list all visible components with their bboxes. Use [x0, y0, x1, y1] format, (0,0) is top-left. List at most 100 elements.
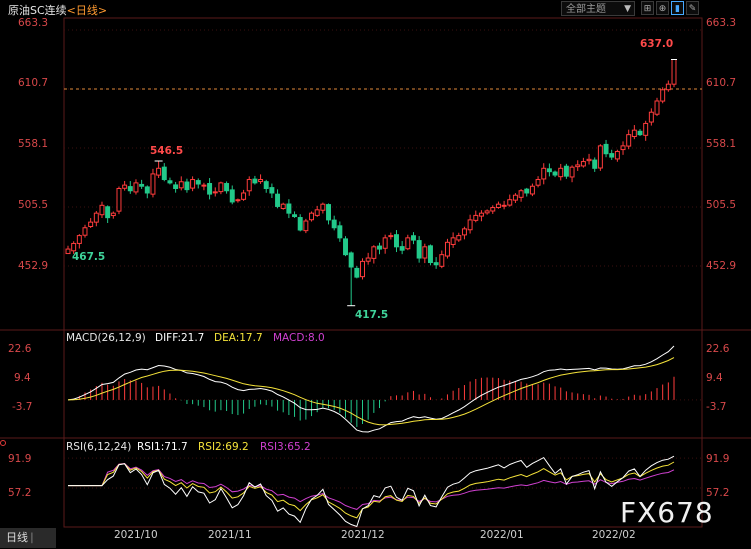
candle-down: [603, 143, 609, 155]
price-axis-right-1: 663.3: [706, 17, 737, 29]
rsi-axis-left-2: 57.2: [8, 487, 32, 499]
candle-up: [507, 199, 513, 206]
rsi1-value: RSI1:71.7: [137, 441, 188, 453]
candle-up: [569, 166, 575, 178]
candle-down: [337, 225, 343, 239]
candle-down: [524, 188, 530, 194]
candle-up: [467, 219, 473, 231]
macd-axis-left-2: 9.4: [14, 372, 31, 384]
candle-up: [303, 220, 309, 232]
candle-up: [529, 185, 535, 195]
candle-down: [184, 181, 190, 191]
candle-up: [88, 221, 94, 227]
candle-up: [614, 150, 620, 160]
candle-up: [580, 161, 586, 167]
candle-up: [456, 235, 462, 241]
candle-down: [410, 235, 416, 241]
candle-up: [246, 179, 252, 192]
candle-up: [643, 122, 649, 136]
theme-dropdown[interactable]: 全部主题 ▼: [561, 1, 635, 16]
candle-up: [478, 212, 484, 217]
candle-down: [326, 204, 332, 221]
price-axis-left-1: 663.3: [18, 17, 49, 29]
macd-axis-left-3: -3.7: [12, 401, 33, 413]
candle-down: [592, 159, 598, 169]
candle-up: [512, 194, 518, 201]
candle-down: [275, 193, 281, 207]
candle-up: [190, 179, 196, 189]
candle-down: [105, 206, 111, 219]
macd-axis-right-1: 22.6: [706, 343, 730, 355]
candle-up: [314, 209, 320, 216]
candle-down: [433, 262, 439, 266]
candle-down: [286, 203, 292, 214]
candle-up: [110, 212, 116, 217]
candle-up: [405, 237, 411, 250]
tab-daily-label: 日线: [6, 531, 28, 544]
x-axis-label-feb: 2022/02: [592, 529, 636, 541]
candle-up: [620, 145, 626, 151]
candle-up: [671, 59, 677, 85]
candle-down: [354, 267, 360, 278]
candle-up: [461, 228, 467, 236]
price-axis-left-2: 610.7: [18, 77, 49, 89]
chart-header: 原油SC连续<日线> 全部主题 ▼ ⊞ ⊕ ▮ ✎: [0, 0, 751, 18]
candle-up: [501, 204, 507, 207]
candle-down: [167, 180, 173, 184]
chart-canvas[interactable]: [0, 0, 751, 548]
futures-chart[interactable]: 原油SC连续<日线> 全部主题 ▼ ⊞ ⊕ ▮ ✎ 663.3 610.7 55…: [0, 0, 751, 548]
candle-up: [439, 254, 445, 267]
instrument-name: 原油SC连续: [8, 4, 67, 17]
candle-up: [665, 83, 671, 91]
candle-icon[interactable]: ▮: [671, 1, 684, 15]
candle-up: [71, 242, 77, 252]
candle-up: [201, 184, 207, 187]
candle-up: [309, 212, 315, 221]
candle-up: [65, 248, 71, 255]
grid-icon[interactable]: ⊞: [641, 1, 654, 15]
candle-down: [637, 130, 643, 136]
candle-up: [235, 199, 241, 202]
rsi2-value: RSI2:69.2: [198, 441, 249, 453]
candle-up: [320, 203, 326, 211]
candle-up: [473, 214, 479, 221]
candle-up: [93, 212, 99, 223]
candle-down: [416, 240, 422, 259]
rsi3-value: RSI3:65.2: [260, 441, 311, 453]
tab-daily[interactable]: 日线 ▏: [0, 528, 56, 548]
macd-label: MACD(26,12,9): [66, 332, 146, 344]
candle-down: [207, 183, 213, 195]
candle-down: [399, 246, 405, 251]
candle-up: [626, 134, 632, 147]
candle-up: [122, 184, 128, 189]
candle-up: [99, 204, 105, 216]
macd-axis-right-3: -3.7: [706, 401, 727, 413]
price-axis-right-4: 505.5: [706, 199, 737, 211]
candle-up: [360, 260, 365, 278]
candle-up: [212, 191, 218, 194]
candle-down: [144, 186, 150, 194]
chevron-down-icon: ▼: [624, 4, 631, 14]
price-axis-left-5: 452.9: [18, 260, 49, 272]
alert-dot-icon[interactable]: [0, 440, 6, 446]
candle-down: [161, 166, 167, 181]
top-annotation: 637.0: [640, 38, 674, 50]
macd-axis-right-2: 9.4: [706, 372, 723, 384]
x-axis-label-oct: 2021/10: [114, 529, 158, 541]
candle-up: [371, 246, 377, 259]
cross-icon[interactable]: ⊕: [656, 1, 669, 15]
low-annotation: 467.5: [72, 251, 106, 263]
high-annotation: 546.5: [150, 145, 184, 157]
pen-icon[interactable]: ✎: [686, 1, 699, 15]
rsi-label: RSI(6,12,24): [66, 441, 132, 453]
macd-dea-value: DEA:17.7: [214, 332, 263, 344]
theme-dropdown-label: 全部主题: [566, 4, 606, 15]
macd-hist-value: MACD:8.0: [273, 332, 325, 344]
candle-up: [586, 158, 592, 162]
period-selector[interactable]: <日线>: [67, 4, 107, 17]
tab-divider: ▏: [31, 534, 39, 544]
candle-up: [518, 190, 524, 198]
candle-down: [269, 187, 275, 194]
candle-down: [394, 234, 399, 248]
candle-up: [575, 164, 581, 168]
